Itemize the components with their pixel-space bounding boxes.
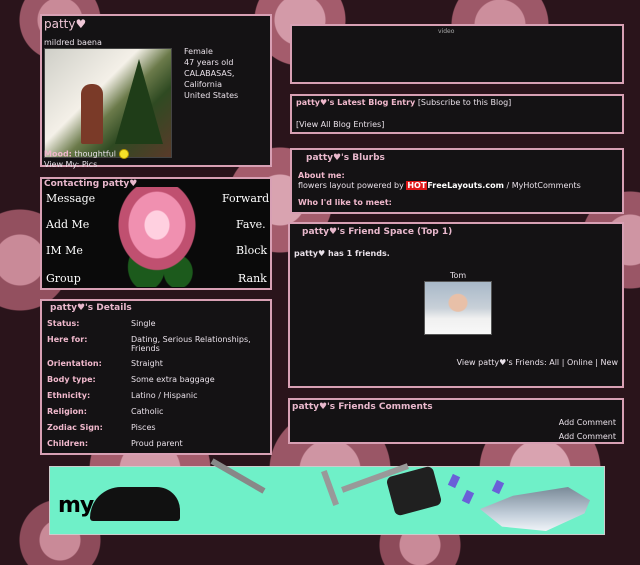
profile-name: patty♥ — [44, 17, 87, 31]
crystal-icon — [491, 479, 505, 495]
shark-icon — [480, 487, 590, 531]
separator: | — [561, 358, 565, 367]
blog-title: patty♥'s Latest Blog Entry — [296, 98, 416, 107]
details-value: Some extra baggage — [131, 375, 215, 384]
pics-link[interactable]: Pics — [82, 160, 97, 169]
details-value: Straight — [131, 359, 163, 368]
profile-city: CALABASAS, — [184, 69, 235, 78]
mood-value: thoughtful — [74, 149, 117, 159]
friends-new-link[interactable]: New — [601, 358, 618, 367]
contact-box: Contacting patty♥ Message Forward Add Me… — [40, 177, 272, 290]
details-table: Status: Single Here for: Dating, Serious R… — [47, 317, 269, 453]
profile-real-name: mildred baena — [44, 38, 102, 47]
blurbs-box: patty♥'s Blurbs About me: flowers layout… — [290, 148, 624, 214]
friend-space-title: patty♥'s Friend Space (Top 1) — [302, 227, 453, 237]
details-row: Ethnicity: Latino / Hispanic — [47, 389, 269, 405]
myspace-banner[interactable]: my — [49, 458, 605, 535]
details-value: Single — [131, 319, 156, 328]
details-key: Here for: — [47, 335, 88, 344]
hot-badge[interactable]: HOT — [406, 181, 428, 190]
separator: / — [506, 181, 510, 190]
details-key: Religion: — [47, 407, 87, 416]
view-my-label: View My: — [44, 159, 80, 169]
im-button[interactable]: IM Me — [46, 244, 83, 257]
profile-photo[interactable] — [44, 48, 172, 158]
smiley-icon — [118, 149, 129, 159]
profile-gender: Female — [184, 47, 213, 56]
view-all-blog-link[interactable]: [View All Blog Entries] — [296, 120, 384, 129]
christmas-tree-shape — [115, 59, 163, 144]
crystal-icon — [461, 489, 475, 505]
video-label[interactable]: video — [438, 28, 454, 35]
saw-icon — [321, 470, 339, 506]
powered-by-line: flowers layout powered by HOTFreeLayouts… — [298, 181, 581, 190]
details-value: Latino / Hispanic — [131, 391, 198, 400]
view-friends-prefix: View patty♥'s Friends: — [456, 358, 547, 367]
crystal-icon — [447, 473, 461, 489]
add-to-group-button[interactable]: Group — [46, 272, 81, 285]
friend-space-box: patty♥'s Friend Space (Top 1) patty♥ has… — [288, 222, 624, 388]
blurbs-title: patty♥'s Blurbs — [306, 153, 385, 163]
friends-online-link[interactable]: Online — [567, 358, 593, 367]
meet-label: Who I'd like to meet: — [298, 198, 392, 207]
rose-icon — [104, 187, 210, 287]
block-button[interactable]: Block — [236, 244, 267, 257]
comments-box: patty♥'s Friends Comments Add Comment Ad… — [288, 398, 624, 444]
separator: | — [595, 358, 598, 367]
send-message-button[interactable]: Message — [46, 192, 95, 205]
details-key: Ethnicity: — [47, 391, 91, 400]
rank-button[interactable]: Rank — [238, 272, 267, 285]
details-value: Proud parent — [131, 439, 183, 448]
friend-count: patty♥ has 1 friends. — [294, 249, 390, 258]
mood-label: Mood: — [44, 149, 72, 159]
profile-state: California — [184, 80, 222, 89]
details-key: Children: — [47, 439, 89, 448]
friend-photo[interactable] — [424, 281, 492, 335]
details-row: Status: Single — [47, 317, 269, 333]
friends-all-link[interactable]: All — [549, 358, 559, 367]
details-value: Pisces — [131, 423, 156, 432]
details-value: Dating, Serious Relationships, Friends — [131, 335, 251, 353]
details-title: patty♥'s Details — [50, 303, 132, 313]
profile-box: patty♥ mildred baena Female 47 years old… — [40, 14, 272, 170]
add-comment-link[interactable]: Add Comment — [559, 432, 616, 441]
myspace-logo: my — [58, 493, 94, 518]
about-me-label: About me: — [298, 171, 345, 180]
powered-prefix: flowers layout powered by — [298, 181, 404, 190]
ninja-icon — [90, 487, 180, 521]
details-key: Body type: — [47, 375, 96, 384]
details-row: Children: Proud parent — [47, 437, 269, 453]
person-shape — [81, 84, 103, 144]
blog-box: patty♥'s Latest Blog Entry [Subscribe to… — [290, 94, 624, 134]
details-key: Zodiac Sign: — [47, 423, 103, 432]
details-key: Status: — [47, 319, 80, 328]
freelayouts-link[interactable]: FreeLayouts.com — [427, 181, 504, 190]
mood-block: Mood: thoughtful View My: Pics — [44, 149, 129, 170]
details-value: Catholic — [131, 407, 164, 416]
details-row: Orientation: Straight — [47, 357, 269, 373]
details-row: Body type: Some extra baggage — [47, 373, 269, 389]
subscribe-link[interactable]: [Subscribe to this Blog] — [418, 98, 512, 107]
profile-country: United States — [184, 91, 239, 100]
comments-title: patty♥'s Friends Comments — [292, 402, 433, 412]
add-comment-link[interactable]: Add Comment — [559, 418, 616, 427]
details-row: Here for: Dating, Serious Relationships, … — [47, 333, 269, 357]
video-box: video — [290, 24, 624, 84]
profile-age: 47 years old — [184, 58, 234, 67]
forward-button[interactable]: Forward — [222, 192, 269, 205]
view-friends-row: View patty♥'s Friends: All | Online | Ne… — [457, 358, 618, 367]
blog-title-row: patty♥'s Latest Blog Entry [Subscribe to… — [296, 98, 511, 107]
details-box: patty♥'s Details Status: Single Here for:… — [40, 299, 272, 455]
friend-name-link[interactable]: Tom — [450, 271, 466, 280]
add-friend-button[interactable]: Add Me — [46, 218, 89, 231]
favorite-button[interactable]: Fave. — [236, 218, 266, 231]
details-row: Zodiac Sign: Pisces — [47, 421, 269, 437]
profile-info: Female 47 years old CALABASAS, Californi… — [184, 46, 238, 101]
myhotcomments-link[interactable]: MyHotComments — [512, 181, 581, 190]
details-row: Religion: Catholic — [47, 405, 269, 421]
details-key: Orientation: — [47, 359, 102, 368]
